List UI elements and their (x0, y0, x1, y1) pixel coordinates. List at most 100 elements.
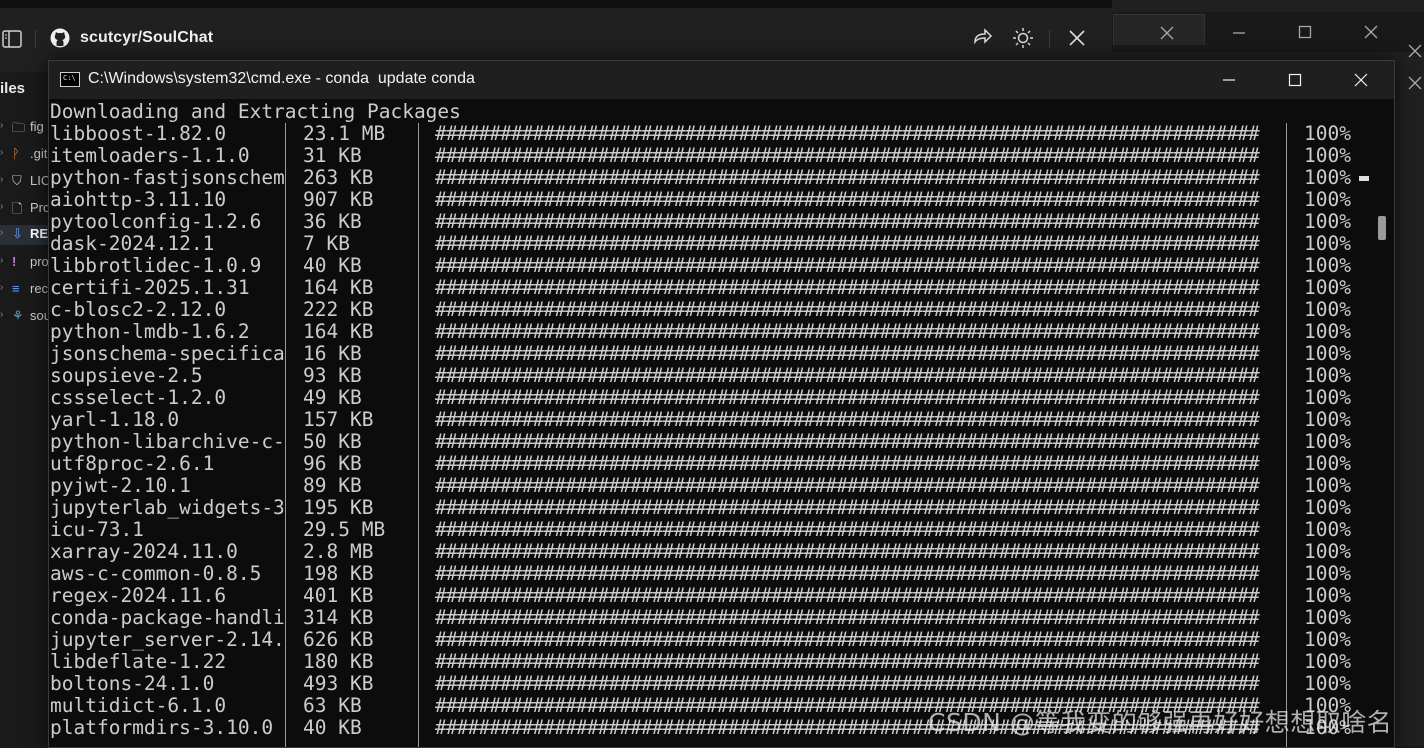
git-icon: ᚹ (12, 146, 20, 161)
package-row: icu-73.1 29.5 MB #########################… (49, 519, 1394, 541)
progress-percent: 100% (1304, 386, 1351, 409)
package-name: conda-package-handli (50, 606, 285, 629)
package-size: 164 KB (303, 320, 374, 343)
lines-icon: ≡ (12, 281, 20, 296)
package-name: itemloaders-1.1.0 (50, 144, 250, 167)
progress-bar: ########################################… (435, 497, 1260, 519)
package-size: 493 KB (303, 672, 374, 695)
progress-bar: ########################################… (435, 277, 1260, 299)
chevron-right-icon: › (0, 201, 4, 212)
minimize-icon[interactable] (1232, 26, 1246, 40)
sidebar-toggle-icon[interactable] (2, 30, 22, 48)
chevron-right-icon: › (0, 147, 4, 158)
progress-bar: ########################################… (435, 255, 1260, 277)
watermark: CSDN @等我变的够强再好好想想取啥名 (928, 708, 1393, 737)
maximize-button[interactable] (1262, 61, 1328, 99)
package-name: yarl-1.18.0 (50, 408, 180, 431)
maximize-icon (1288, 73, 1302, 87)
package-row: libbrotlidec-1.0.9 40 KB #################… (49, 255, 1394, 277)
progress-bar: ########################################… (435, 299, 1260, 321)
package-size: 907 KB (303, 188, 374, 211)
package-row: dask-2024.12.1 7 KB ######################… (49, 233, 1394, 255)
package-row: python-lmdb-1.6.2 164 KB #################… (49, 321, 1394, 343)
console-output[interactable]: Downloading and Extracting Packages libb… (49, 99, 1394, 747)
progress-percent: 100% (1304, 232, 1351, 255)
shield-icon: ⛉ (12, 173, 22, 188)
package-size: 164 KB (303, 276, 374, 299)
package-row: python-fastjsonschem 263 KB ##############… (49, 167, 1394, 189)
package-name: platformdirs-3.10.0 (50, 716, 274, 739)
window-close-icon[interactable] (1364, 25, 1378, 39)
package-name: utf8proc-2.6.1 (50, 452, 215, 475)
package-name: c-blosc2-2.12.0 (50, 298, 227, 321)
progress-bar: ########################################… (435, 387, 1260, 409)
progress-bar: ########################################… (435, 475, 1260, 497)
share-icon[interactable] (972, 27, 994, 49)
package-row: libdeflate-1.22 180 KB ###################… (49, 651, 1394, 673)
close-button[interactable] (1328, 61, 1394, 99)
progress-percent: 100% (1304, 364, 1351, 387)
package-size: 93 KB (303, 364, 362, 387)
package-size: 198 KB (303, 562, 374, 585)
progress-bar: ########################################… (435, 541, 1260, 563)
package-name: certifi-2025.1.31 (50, 276, 250, 299)
package-size: 36 KB (303, 210, 362, 233)
package-name: icu-73.1 (50, 518, 144, 541)
progress-percent: 100% (1304, 210, 1351, 233)
progress-bar: ########################################… (435, 453, 1260, 475)
package-row: yarl-1.18.0 157 KB #######################… (49, 409, 1394, 431)
package-row: cssselect-1.2.0 49 KB ####################… (49, 387, 1394, 409)
side-close-icon[interactable] (1408, 44, 1422, 58)
progress-bar: ########################################… (435, 321, 1260, 343)
package-size: 7 KB (303, 232, 350, 255)
progress-bar: ########################################… (435, 189, 1260, 211)
progress-percent: 100% (1304, 122, 1351, 145)
progress-percent: 100% (1304, 320, 1351, 343)
progress-bar: ########################################… (435, 519, 1260, 541)
progress-percent: 100% (1304, 584, 1351, 607)
package-size: 16 KB (303, 342, 362, 365)
package-row: pytoolconfig-1.2.6 36 KB #################… (49, 211, 1394, 233)
package-row: boltons-24.1.0 493 KB ####################… (49, 673, 1394, 695)
cmd-titlebar[interactable]: C:\ C:\Windows\system32\cmd.exe - conda … (49, 61, 1394, 99)
package-name: libbrotlidec-1.0.9 (50, 254, 262, 277)
progress-percent: 100% (1304, 298, 1351, 321)
chevron-right-icon: › (0, 255, 4, 266)
close-icon[interactable] (1066, 27, 1088, 49)
package-name: libboost-1.82.0 (50, 122, 227, 145)
scrollbar-thumb[interactable] (1378, 216, 1386, 240)
package-size: 40 KB (303, 254, 362, 277)
minimize-button[interactable] (1196, 61, 1262, 99)
cmd-app-icon[interactable]: C:\ (60, 72, 80, 87)
package-size: 23.1 MB (303, 122, 386, 145)
progress-bar: ########################################… (435, 365, 1260, 387)
theme-sun-icon[interactable] (1012, 27, 1034, 49)
package-name: jupyter_server-2.14. (50, 628, 285, 651)
progress-bar: ########################################… (435, 431, 1260, 453)
package-row: pyjwt-2.10.1 89 KB #######################… (49, 475, 1394, 497)
repo-name[interactable]: scutcyr/SoulChat (80, 29, 213, 47)
package-row: libboost-1.82.0 23.1 MB ##################… (49, 123, 1394, 145)
progress-percent: 100% (1304, 276, 1351, 299)
progress-bar: ########################################… (435, 629, 1260, 651)
console-header: Downloading and Extracting Packages (50, 100, 461, 123)
progress-bar: ########################################… (435, 673, 1260, 695)
progress-percent: 100% (1304, 408, 1351, 431)
progress-bar: ########################################… (435, 145, 1260, 167)
package-row: soupsieve-2.5 93 KB ######################… (49, 365, 1394, 387)
maximize-icon[interactable] (1298, 25, 1312, 39)
package-name: python-fastjsonschem (50, 166, 285, 189)
file-icon: 🗋 (12, 201, 23, 216)
package-size: 157 KB (303, 408, 374, 431)
package-name: cssselect-1.2.0 (50, 386, 227, 409)
progress-percent: 100% (1304, 188, 1351, 211)
side-close-icon-2[interactable] (1408, 76, 1422, 90)
progress-percent: 100% (1304, 430, 1351, 453)
package-size: 626 KB (303, 628, 374, 651)
background-right-tab[interactable] (1113, 14, 1205, 45)
progress-percent: 100% (1304, 254, 1351, 277)
tab-close-icon[interactable] (1160, 26, 1174, 40)
progress-bar: ########################################… (435, 651, 1260, 673)
package-size: 63 KB (303, 694, 362, 717)
progress-percent: 100% (1304, 540, 1351, 563)
